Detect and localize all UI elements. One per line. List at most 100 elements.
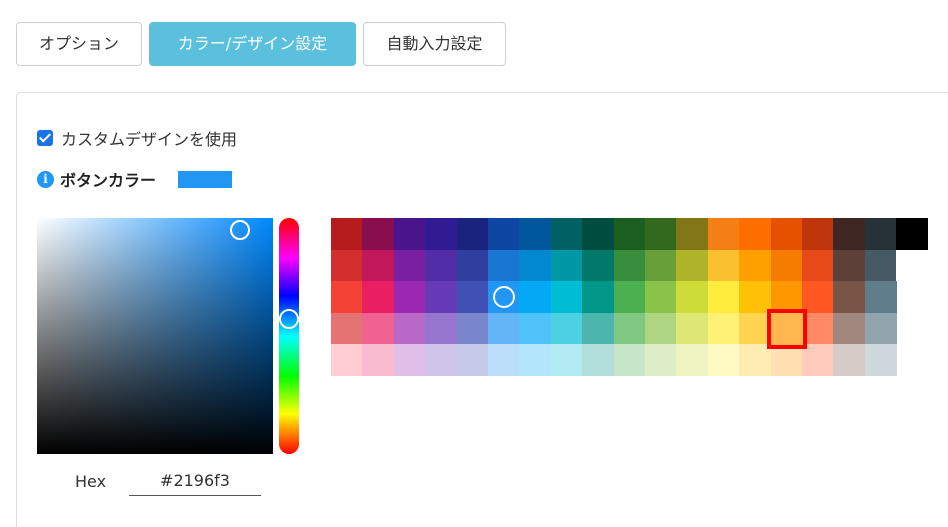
palette-swatch[interactable] [739, 312, 772, 345]
hue-slider-handle[interactable] [279, 309, 299, 329]
button-color-preview[interactable] [178, 170, 233, 188]
palette-swatch[interactable] [739, 218, 772, 250]
palette-swatch[interactable] [550, 218, 583, 250]
palette-swatch[interactable] [802, 249, 834, 282]
custom-design-checkbox[interactable] [37, 130, 53, 146]
palette-swatch[interactable] [425, 344, 458, 377]
palette-swatch[interactable] [393, 344, 426, 377]
palette-swatch[interactable] [707, 281, 740, 314]
palette-swatch[interactable] [676, 281, 709, 314]
hue-slider[interactable] [279, 218, 299, 454]
palette-swatch[interactable] [425, 249, 458, 282]
palette-swatch[interactable] [613, 344, 646, 377]
palette-swatch[interactable] [550, 312, 583, 345]
palette-swatch[interactable] [864, 281, 897, 314]
palette-swatch[interactable] [331, 218, 363, 250]
palette-swatch[interactable] [393, 218, 426, 250]
palette-swatch[interactable] [833, 281, 866, 314]
palette-swatch[interactable] [488, 218, 520, 250]
palette-swatch[interactable] [456, 218, 489, 250]
palette-swatch[interactable] [802, 218, 834, 250]
palette-swatch[interactable] [613, 249, 646, 282]
palette-swatch[interactable] [645, 249, 677, 282]
palette-swatch[interactable] [456, 249, 489, 282]
saturation-value-area[interactable] [37, 218, 273, 454]
palette-swatch[interactable] [582, 281, 615, 314]
tab-options[interactable]: オプション [16, 22, 142, 66]
palette-swatch[interactable] [707, 249, 740, 282]
palette-swatch[interactable] [613, 281, 646, 314]
palette-swatch[interactable] [582, 249, 615, 282]
palette-swatch[interactable] [864, 249, 897, 282]
palette-swatch[interactable] [331, 344, 363, 377]
palette-swatch[interactable] [582, 312, 615, 345]
palette-swatch[interactable] [645, 312, 677, 345]
palette-swatch[interactable] [645, 218, 677, 250]
palette-swatch[interactable] [676, 312, 709, 345]
palette-swatch[interactable] [613, 312, 646, 345]
palette-swatch[interactable] [645, 344, 677, 377]
palette-swatch[interactable] [331, 312, 363, 345]
palette-swatch[interactable] [519, 312, 552, 345]
palette-swatch[interactable] [770, 344, 803, 377]
palette-swatch[interactable] [362, 312, 395, 345]
palette-swatch[interactable] [770, 249, 803, 282]
palette-swatch[interactable] [425, 312, 458, 345]
palette-swatch[interactable] [519, 344, 552, 377]
palette-swatch[interactable] [456, 312, 489, 345]
palette-swatch[interactable] [707, 344, 740, 377]
palette-swatch[interactable] [550, 281, 583, 314]
palette-swatch[interactable] [896, 249, 929, 282]
palette-swatch[interactable] [582, 344, 615, 377]
tab-autofill[interactable]: 自動入力設定 [363, 22, 506, 66]
palette-swatch[interactable] [739, 344, 772, 377]
palette-swatch[interactable] [456, 344, 489, 377]
palette-swatch[interactable] [362, 281, 395, 314]
custom-design-row[interactable]: カスタムデザインを使用 [37, 127, 237, 149]
palette-swatch[interactable] [833, 344, 866, 377]
palette-swatch[interactable] [833, 218, 866, 250]
palette-swatch[interactable] [833, 249, 866, 282]
palette-swatch[interactable] [425, 281, 458, 314]
palette-swatch[interactable] [331, 281, 363, 314]
palette-swatch[interactable] [331, 249, 363, 282]
palette-swatch[interactable] [550, 344, 583, 377]
palette-swatch[interactable] [456, 281, 489, 314]
palette-swatch[interactable] [739, 281, 772, 314]
palette-swatch[interactable] [645, 281, 677, 314]
palette-swatch[interactable] [676, 249, 709, 282]
palette-swatch[interactable] [676, 344, 709, 377]
palette-swatch[interactable] [393, 281, 426, 314]
palette-swatch[interactable] [488, 281, 520, 314]
palette-swatch[interactable] [362, 249, 395, 282]
palette-swatch[interactable] [802, 312, 834, 345]
info-icon[interactable]: i [37, 170, 54, 188]
palette-swatch[interactable] [362, 218, 395, 250]
palette-swatch[interactable] [770, 218, 803, 250]
palette-swatch[interactable] [519, 281, 552, 314]
palette-swatch[interactable] [519, 218, 552, 250]
tab-color-design[interactable]: カラー/デザイン設定 [149, 22, 356, 66]
palette-swatch[interactable] [707, 218, 740, 250]
palette-swatch[interactable] [488, 312, 520, 345]
palette-swatch[interactable] [833, 312, 866, 345]
palette-swatch[interactable] [519, 249, 552, 282]
palette-swatch[interactable] [362, 344, 395, 377]
palette-swatch[interactable] [582, 218, 615, 250]
palette-swatch[interactable] [425, 218, 458, 250]
palette-swatch[interactable] [864, 344, 897, 377]
palette-swatch[interactable] [864, 218, 897, 250]
hex-input[interactable] [129, 466, 261, 496]
palette-swatch[interactable] [488, 344, 520, 377]
palette-swatch[interactable] [676, 218, 709, 250]
palette-swatch[interactable] [550, 249, 583, 282]
palette-swatch[interactable] [393, 312, 426, 345]
palette-swatch[interactable] [488, 249, 520, 282]
palette-swatch[interactable] [707, 312, 740, 345]
palette-swatch[interactable] [802, 281, 834, 314]
palette-swatch[interactable] [613, 218, 646, 250]
palette-swatch[interactable] [770, 281, 803, 314]
palette-swatch[interactable] [766, 308, 807, 349]
palette-swatch[interactable] [393, 249, 426, 282]
palette-swatch[interactable] [896, 218, 929, 250]
